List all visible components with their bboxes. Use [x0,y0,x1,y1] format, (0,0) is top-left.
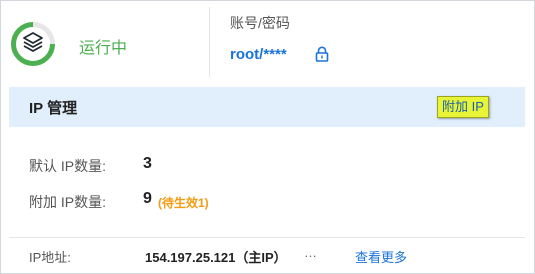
horizontal-divider [9,237,525,238]
ip-management-title: IP 管理 [29,100,78,117]
server-info-panel: 运行中 账号/密码 root/**** IP 管理 附加 IP 默认 IP数量:… [0,0,535,274]
attached-ip-count: 9 [143,190,152,207]
attached-ip-count-label: 附加 IP数量: [29,194,107,210]
lock-icon[interactable] [315,46,329,62]
account-value: root/**** [230,46,287,63]
ip-address-label: IP地址: [29,250,71,265]
default-ip-count: 3 [143,155,152,172]
view-more-link[interactable]: 查看更多 [355,247,407,266]
ip-management-header: IP 管理 附加 IP [9,87,525,127]
account-label: 账号/密码 [230,15,290,31]
server-running-icon [11,22,55,66]
pending-note: (待生效1) [158,196,209,210]
ip-address-value: 154.197.25.121（主IP） [145,250,287,265]
attach-ip-button[interactable]: 附加 IP [437,96,489,118]
vertical-divider [209,7,210,77]
status-text: 运行中 [79,40,128,57]
ip-address-ellipsis: … [304,245,317,260]
default-ip-count-label: 默认 IP数量: [29,158,107,174]
